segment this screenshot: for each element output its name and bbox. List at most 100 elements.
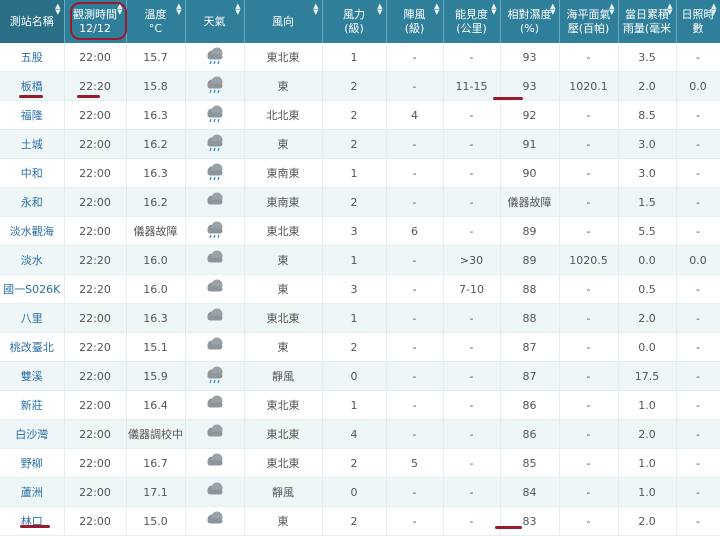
wind-direction-cell: 靜風 — [244, 361, 323, 391]
station-name-cell[interactable]: 八里 — [0, 303, 65, 333]
wind-force-cell: 2 — [322, 71, 387, 101]
column-header-6[interactable]: 陣風 (級) ▲ ▼ — [386, 0, 444, 43]
sort-arrows-icon[interactable]: ▲ ▼ — [235, 3, 240, 16]
gust-cell: - — [386, 71, 444, 101]
rain-cloud-icon — [204, 46, 226, 69]
column-header-11[interactable]: 日照時數 ▲ ▼ — [676, 0, 720, 43]
wind-force-cell: 2 — [322, 448, 387, 478]
humidity-cell: 87 — [500, 332, 560, 362]
sort-arrows-icon[interactable]: ▲ ▼ — [491, 3, 496, 16]
humidity-cell: 91 — [500, 129, 560, 159]
station-name-cell[interactable]: 中和 — [0, 158, 65, 188]
pressure-cell: - — [559, 216, 619, 246]
station-name-cell[interactable]: 福隆 — [0, 100, 65, 130]
sunshine-cell: 0.0 — [676, 245, 720, 275]
rainfall-cell: 1.0 — [618, 448, 677, 478]
station-name-cell[interactable]: 野柳 — [0, 448, 65, 478]
sort-arrows-icon[interactable]: ▲ ▼ — [609, 3, 614, 16]
column-header-unit: 雨量(毫米 — [622, 21, 672, 35]
sort-arrows-icon[interactable]: ▲ ▼ — [711, 3, 716, 16]
station-name-cell[interactable]: 土城 — [0, 129, 65, 159]
rain-cloud-icon — [204, 365, 226, 388]
temperature-cell: 16.0 — [126, 245, 186, 275]
wind-direction-cell: 東北東 — [244, 390, 323, 420]
station-name-cell[interactable]: 雙溪 — [0, 361, 65, 391]
wind-force-cell: 2 — [322, 100, 387, 130]
station-name-cell[interactable]: 蘆洲 — [0, 477, 65, 507]
station-name-cell[interactable]: 桃改臺北 — [0, 332, 65, 362]
rainfall-cell: 0.0 — [618, 245, 677, 275]
column-header-0[interactable]: 測站名稱 ▲ ▼ — [0, 0, 65, 43]
column-header-7[interactable]: 能見度 (公里) ▲ ▼ — [443, 0, 501, 43]
table-row: 淡水 22:20 16.0 東 1- >30 89 1020.5 0.0 0.0 — [0, 245, 720, 275]
sort-arrows-icon[interactable]: ▲ ▼ — [55, 3, 60, 16]
sunshine-cell: - — [676, 100, 720, 130]
wind-force-cell: 1 — [322, 245, 387, 275]
sunshine-cell: - — [676, 303, 720, 333]
annotation-underline — [77, 95, 100, 98]
pressure-cell: - — [559, 158, 619, 188]
weather-cell — [185, 43, 245, 72]
column-header-4[interactable]: 風向 ▲ ▼ — [244, 0, 323, 43]
column-header-5[interactable]: 風力 (級) ▲ ▼ — [322, 0, 387, 43]
weather-cell — [185, 71, 245, 101]
column-header-9[interactable]: 海平面氣 壓(百帕) ▲ ▼ — [559, 0, 619, 43]
column-header-8[interactable]: 相對濕度 (%) ▲ ▼ — [500, 0, 560, 43]
weather-cell — [185, 100, 245, 130]
gust-cell: - — [386, 43, 444, 72]
column-header-label: 溫度 — [144, 7, 167, 21]
table-row: 淡水觀海 22:00 儀器故障 東北東 3 6-89-5.5- — [0, 216, 720, 246]
sunshine-cell: - — [676, 129, 720, 159]
column-header-label: 相對濕度 — [507, 7, 552, 21]
obs-time-cell: 22:00 — [64, 419, 127, 449]
table-row: 國一S026K 22:20 16.0 東 3-7-10 88-0.5- — [0, 274, 720, 304]
table-row: 桃改臺北 22:20 15.1 東 2- -87-0.0- — [0, 332, 720, 362]
wind-force-cell: 1 — [322, 390, 387, 420]
station-name-cell[interactable]: 國一S026K — [0, 274, 65, 304]
sunshine-cell: - — [676, 506, 720, 536]
sort-arrows-icon[interactable]: ▲ ▼ — [667, 3, 672, 16]
sort-arrows-icon[interactable]: ▲ ▼ — [377, 3, 382, 16]
pressure-cell: - — [559, 187, 619, 217]
gust-cell: - — [386, 477, 444, 507]
sort-arrows-icon[interactable]: ▲ ▼ — [176, 3, 181, 16]
pressure-cell: - — [559, 477, 619, 507]
visibility-cell: - — [443, 506, 501, 536]
station-name-cell[interactable]: 林口 — [0, 506, 65, 536]
annotation-underline — [19, 95, 43, 98]
humidity-cell: 92 — [500, 100, 560, 130]
weather-cell — [185, 361, 245, 391]
gust-cell: - — [386, 419, 444, 449]
wind-direction-cell: 東 — [244, 245, 323, 275]
obs-time-cell: 22:00 — [64, 390, 127, 420]
column-header-10[interactable]: 當日累積 雨量(毫米 ▲ ▼ — [618, 0, 677, 43]
station-name-cell[interactable]: 淡水 — [0, 245, 65, 275]
column-header-label: 風向 — [272, 14, 294, 28]
sort-arrows-icon[interactable]: ▲ ▼ — [434, 3, 439, 16]
temperature-cell: 16.3 — [126, 303, 186, 333]
column-header-2[interactable]: 溫度 °C ▲ ▼ — [126, 0, 186, 43]
station-name-cell[interactable]: 五股 — [0, 43, 65, 72]
temperature-cell: 16.4 — [126, 390, 186, 420]
wind-force-cell: 0 — [322, 477, 387, 507]
sort-arrows-icon[interactable]: ▲ ▼ — [550, 3, 555, 16]
wind-force-cell: 3 — [322, 274, 387, 304]
wind-force-cell: 2 — [322, 187, 387, 217]
wind-force-cell: 1 — [322, 43, 387, 72]
station-name-cell[interactable]: 淡水觀海 — [0, 216, 65, 246]
column-header-unit: (%) — [519, 21, 540, 35]
wind-direction-cell: 東南東 — [244, 158, 323, 188]
column-header-3[interactable]: 天氣 ▲ ▼ — [185, 0, 245, 43]
column-header-label: 風力 — [343, 7, 365, 21]
sunshine-cell: - — [676, 448, 720, 478]
station-name-cell[interactable]: 永和 — [0, 187, 65, 217]
humidity-cell: 88 — [500, 274, 560, 304]
column-header-label: 能見度 — [455, 7, 488, 21]
cloud-icon — [204, 481, 226, 504]
station-name-cell[interactable]: 白沙灣 — [0, 419, 65, 449]
sort-arrows-icon[interactable]: ▲ ▼ — [313, 3, 318, 16]
temperature-cell: 15.9 — [126, 361, 186, 391]
cloud-icon — [204, 452, 226, 475]
station-name-cell[interactable]: 新莊 — [0, 390, 65, 420]
weather-cell — [185, 216, 245, 246]
